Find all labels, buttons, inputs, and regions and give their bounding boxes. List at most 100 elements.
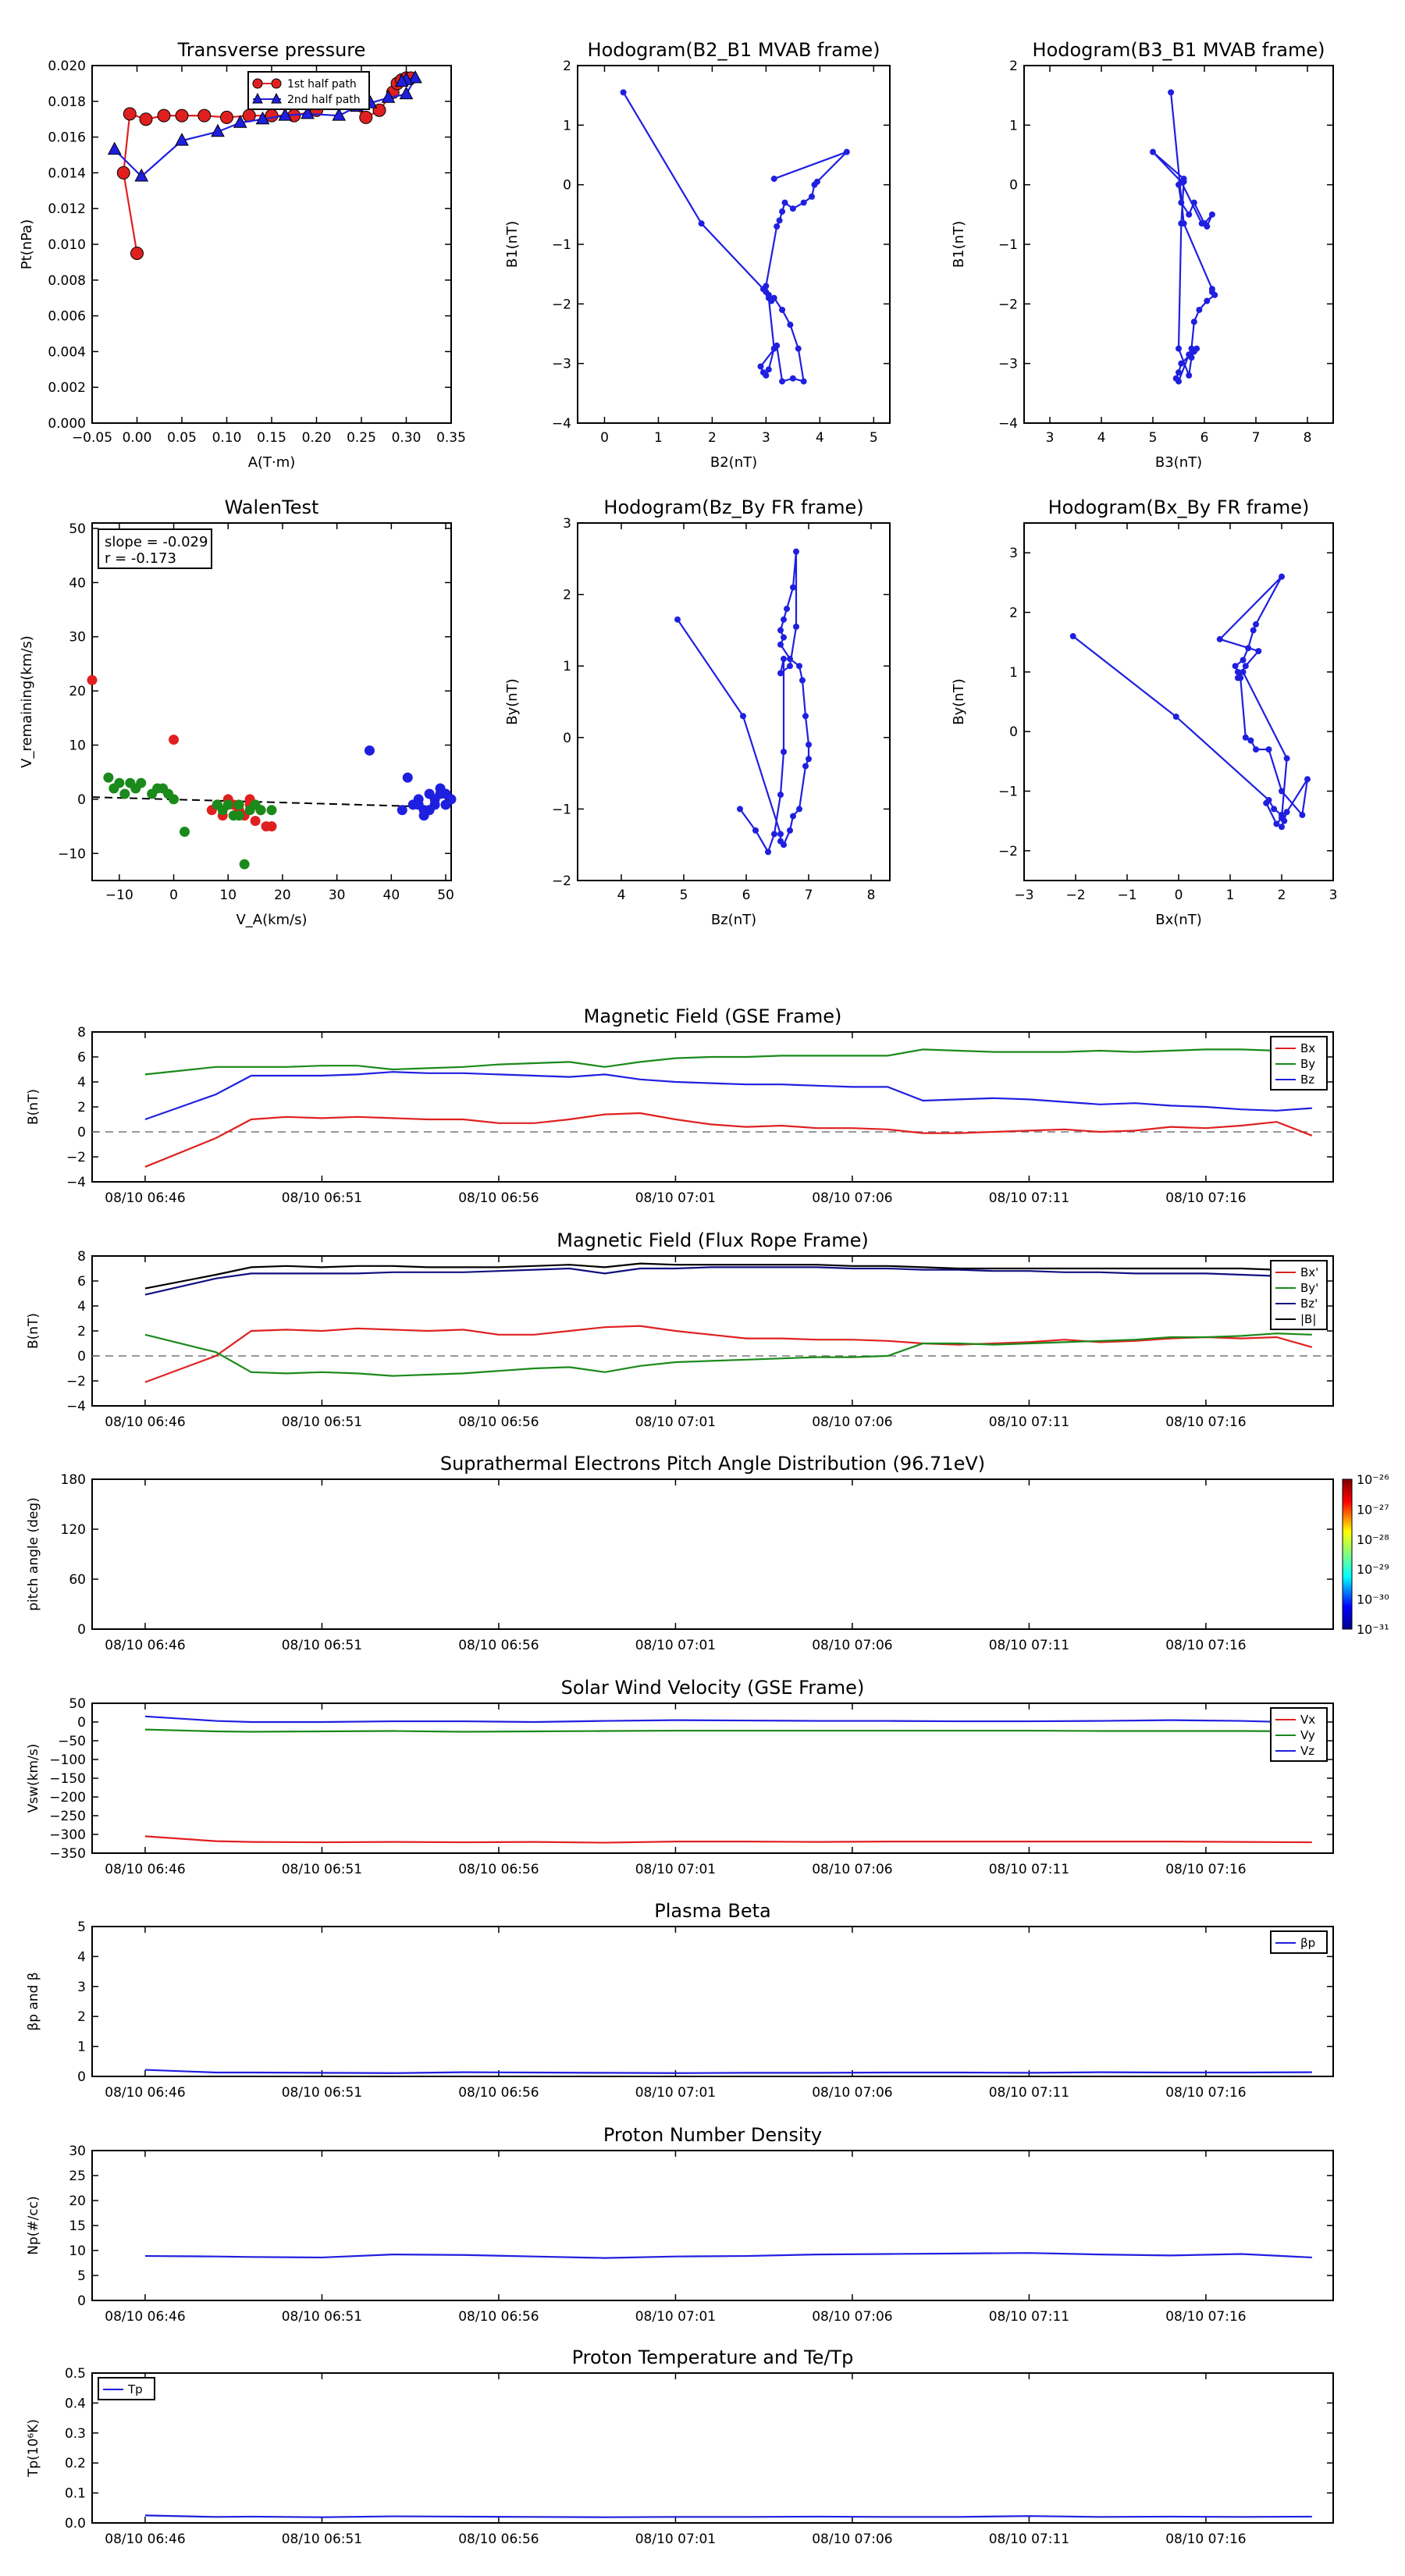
annotation-text: r = -0.173 (105, 550, 176, 567)
data-point (806, 756, 812, 763)
data-point (1178, 199, 1185, 206)
plot-frame (91, 1031, 1334, 1183)
data-point (796, 663, 802, 670)
data-point (107, 141, 122, 155)
data-point (1188, 354, 1195, 361)
data-point (1168, 89, 1175, 96)
data-point (1178, 360, 1185, 367)
y-tick-label: 0.3 (65, 2426, 86, 2442)
x-tick-label: 08/10 07:06 (812, 1414, 892, 1430)
x-tick-label: 08/10 06:46 (105, 1414, 185, 1430)
x-tick-label: 6 (1200, 430, 1209, 446)
y-tick-label: 8 (77, 1025, 86, 1041)
y-axis-label: V_remaining(km/s) (19, 635, 35, 768)
data-point (239, 859, 250, 870)
figure-canvas: Transverse pressure−0.05 0.00 0.05 0.10 0.15… (19, 39, 1389, 2547)
x-tick-label: 08/10 06:51 (282, 1190, 362, 1206)
legend-label: By' (1300, 1281, 1318, 1295)
chart-title: Transverse pressure (177, 39, 366, 61)
y-tick-label: 25 (69, 2169, 86, 2184)
x-tick-label: 40 (383, 888, 400, 903)
x-tick-label: 4 (816, 430, 824, 446)
data-point (1245, 645, 1252, 652)
x-axis-label: Bx(nT) (1155, 912, 1201, 928)
y-tick-label: 0.2 (65, 2456, 86, 2471)
data-point (774, 223, 781, 230)
y-tick-label: 0 (77, 1715, 86, 1731)
y-tick-label: 0 (1009, 178, 1018, 194)
data-point (795, 345, 802, 352)
data-point (397, 805, 407, 816)
series-line (1152, 92, 1216, 383)
data-point (1069, 633, 1076, 640)
y-tick-label: 0 (563, 178, 571, 194)
y-axis-label: By(nT) (951, 678, 967, 724)
x-tick-label: 50 (437, 888, 454, 903)
data-point (781, 199, 788, 206)
data-point (139, 112, 153, 126)
chart-title: Proton Temperature and Te/Tp (572, 2347, 854, 2368)
x-tick-label: 08/10 06:56 (458, 1190, 539, 1206)
x-tick-label: 5 (680, 888, 688, 903)
data-point (429, 799, 440, 810)
data-point (1255, 648, 1262, 655)
x-tick-label: 08/10 06:51 (282, 1862, 362, 1877)
data-point (800, 199, 807, 206)
data-point (777, 670, 784, 677)
y-axis-label: B(nT) (26, 1089, 41, 1125)
chart-hodogram-b2-b1: Hodogram(B2_B1 MVAB frame) 0 1 2 3 4 5 −4 −3 −2 −1… (504, 39, 891, 471)
x-tick-label: −10 (105, 888, 133, 903)
y-tick-label: 30 (69, 2144, 86, 2159)
x-tick-label: 08/10 07:16 (1165, 1862, 1246, 1877)
y-tick-label: 1 (1009, 665, 1018, 681)
y-tick-label: 2 (77, 1324, 86, 1340)
data-point (1242, 734, 1249, 741)
chart-title: WalenTest (225, 496, 319, 518)
data-point (779, 208, 786, 215)
x-tick-label: 8 (867, 888, 876, 903)
legend-label: Vy (1300, 1728, 1315, 1742)
data-point (266, 805, 277, 816)
y-tick-label: 2 (1009, 606, 1018, 621)
y-tick-label: 3 (563, 516, 571, 532)
data-point (1279, 788, 1285, 795)
data-point (806, 741, 812, 748)
y-tick-label: 0 (77, 1349, 86, 1364)
series-line (144, 1728, 1312, 1733)
data-point (1216, 635, 1223, 642)
x-axis-label: V_A(km/s) (236, 912, 307, 928)
x-tick-label: 08/10 07:06 (812, 2309, 892, 2325)
data-point (1186, 372, 1193, 379)
data-point (781, 634, 787, 641)
chart-title: Hodogram(Bz_By FR frame) (603, 496, 863, 518)
y-tick-label: −3 (552, 357, 571, 372)
data-point (787, 656, 793, 663)
x-tick-label: 08/10 06:56 (458, 2085, 539, 2101)
chart-title: Hodogram(B3_B1 MVAB frame) (1033, 39, 1325, 61)
y-tick-label: 0.4 (65, 2396, 86, 2411)
data-point (103, 772, 114, 783)
x-tick-label: 08/10 07:01 (635, 2309, 716, 2325)
x-tick-label: 20 (274, 888, 291, 903)
y-tick-label: −150 (49, 1771, 86, 1787)
data-point (776, 217, 783, 224)
x-tick-label: 08/10 07:16 (1165, 2532, 1246, 2547)
y-tick-label: 1 (563, 659, 571, 674)
y-tick-label: −2 (552, 873, 571, 889)
data-point (763, 283, 770, 290)
y-tick-label: 0 (77, 1622, 86, 1638)
data-point (771, 831, 777, 838)
x-tick-label: 4 (617, 888, 626, 903)
data-point (779, 306, 786, 313)
colorbar-label: 10⁻³¹ (1357, 1622, 1389, 1637)
y-tick-label: −1 (552, 237, 571, 253)
data-point (843, 148, 850, 155)
y-tick-label: −1 (998, 237, 1018, 253)
x-tick-label: 3 (762, 430, 770, 446)
chart-title: Hodogram(B2_B1 MVAB frame) (588, 39, 880, 61)
x-axis-label: B3(nT) (1155, 454, 1202, 471)
data-point (1242, 663, 1249, 670)
y-tick-label: 0 (77, 792, 86, 808)
annotation-text: slope = -0.029 (105, 534, 208, 550)
data-point (169, 735, 180, 745)
